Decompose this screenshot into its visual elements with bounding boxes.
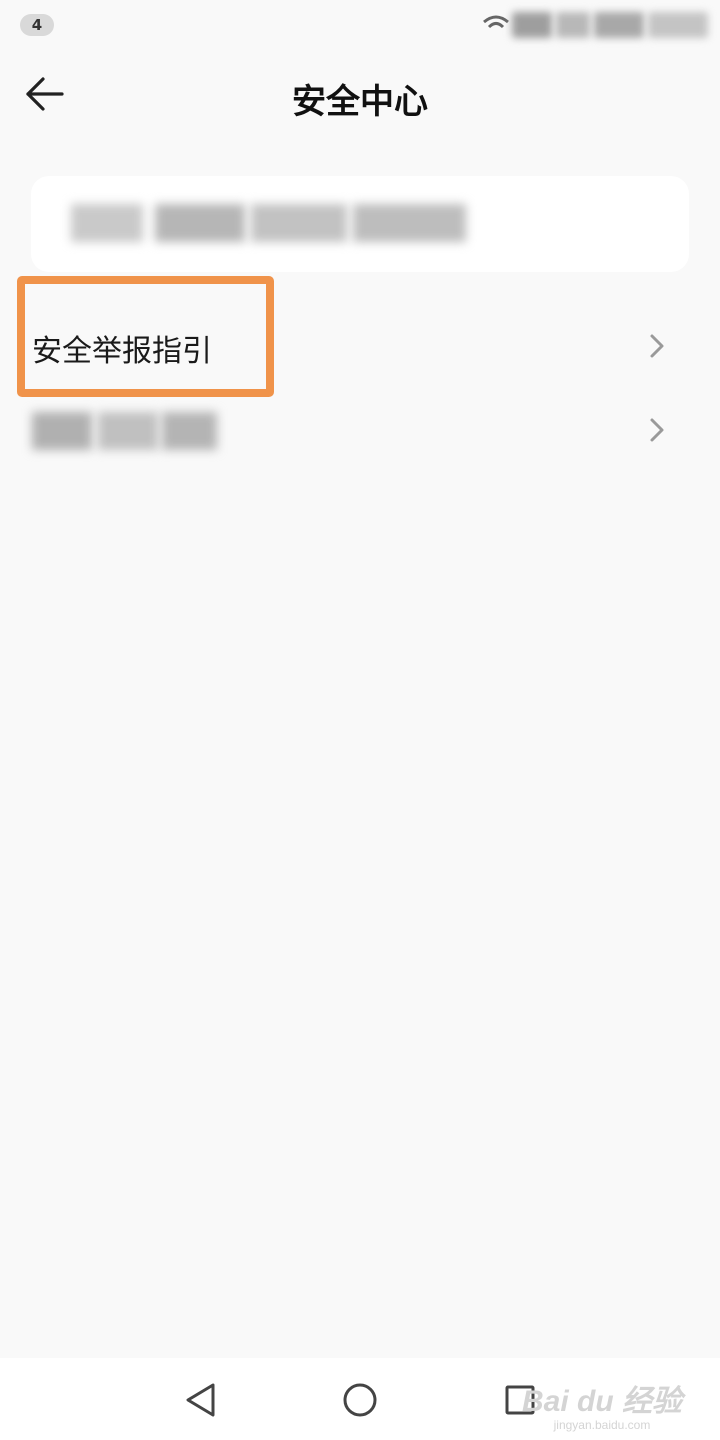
status-bar: 4 bbox=[0, 0, 720, 48]
chevron-right-icon bbox=[650, 334, 664, 358]
page-title: 安全中心 bbox=[292, 82, 428, 122]
baidu-watermark: Bai du 经验 jingyan.baidu.com bbox=[522, 1376, 682, 1432]
notification-count-badge: 4 bbox=[20, 14, 54, 36]
nav-home-button[interactable] bbox=[340, 1380, 380, 1420]
chevron-right-icon bbox=[650, 418, 664, 442]
redacted-account-text bbox=[71, 204, 466, 242]
status-icons-redacted bbox=[482, 12, 712, 38]
highlight-box bbox=[17, 276, 274, 397]
home-circle-icon bbox=[343, 1383, 377, 1417]
menu-item-redacted[interactable] bbox=[0, 388, 720, 472]
redacted-label bbox=[32, 412, 217, 450]
back-triangle-icon bbox=[186, 1383, 215, 1417]
top-bar: 安全中心 bbox=[0, 48, 720, 144]
info-card[interactable] bbox=[31, 176, 689, 272]
watermark-brand: Bai du 经验 bbox=[521, 1385, 682, 1418]
watermark-url: jingyan.baidu.com bbox=[553, 1418, 651, 1432]
nav-back-button[interactable] bbox=[180, 1380, 220, 1420]
wifi-icon bbox=[483, 15, 509, 29]
